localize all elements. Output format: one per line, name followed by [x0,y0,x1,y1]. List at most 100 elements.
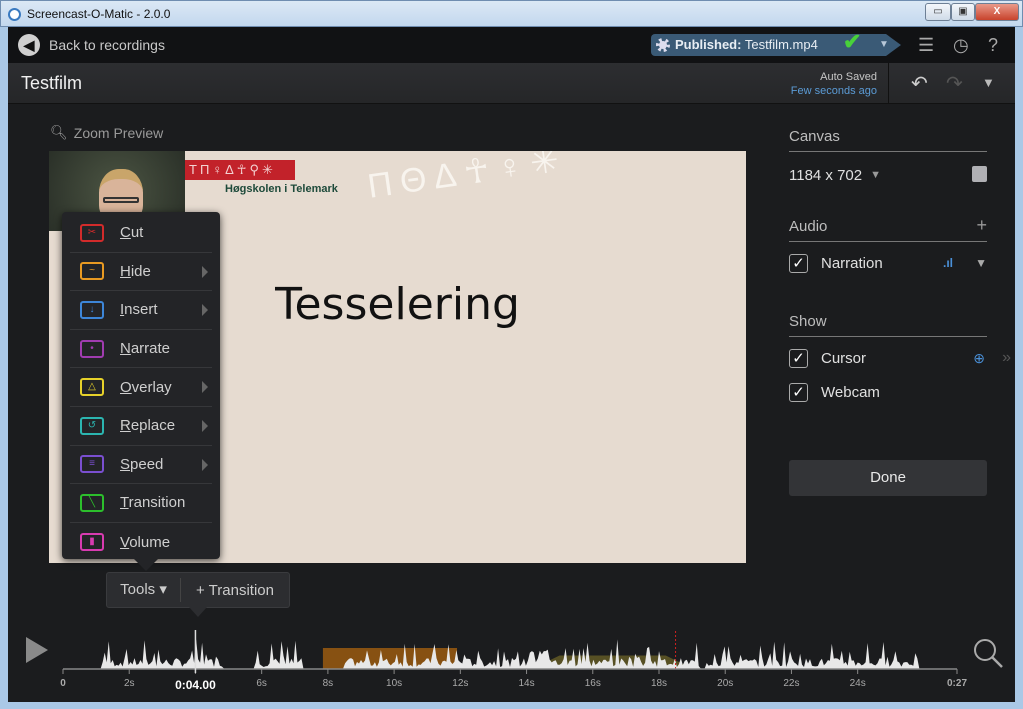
playhead-time: 0:04.00 [175,678,216,692]
audio-heading: Audio + [789,215,987,242]
tick-label: 20s [717,678,733,689]
show-section: Show ✓ Cursor ⊕ » ✓ Webcam [789,313,1011,403]
submenu-arrow-icon [202,381,208,394]
back-label: Back to recordings [49,37,165,53]
submenu-arrow-icon [202,458,208,471]
tools-menu-item-cut[interactable]: ✂ Cut [70,214,212,253]
add-transition-button[interactable]: + Transition [181,582,289,599]
cursor-checkbox[interactable]: ✓ [789,348,808,368]
replace-icon: ↺ [80,416,104,435]
submenu-arrow-icon [202,419,208,432]
app-logo-icon [8,8,21,21]
volume-icon: ▮ [80,533,104,552]
webcam-label: Webcam [821,383,880,401]
add-audio-button[interactable]: + [976,215,987,236]
show-item-webcam: ✓ Webcam [789,381,987,403]
close-button[interactable]: X [975,3,1019,21]
tick-label: 0 [60,678,66,689]
expand-chevrons-icon[interactable]: » [1002,349,1011,367]
volume-level-icon[interactable]: .ıl [943,256,953,270]
tools-menu-item-overlay[interactable]: △ Overlay [70,368,212,407]
canvas-size-dropdown[interactable]: 1184 x 702 [789,167,862,184]
transition-icon: ╲ [80,493,104,512]
zoom-preview-label: Zoom Preview [73,124,164,141]
chevron-down-icon[interactable]: ▼ [975,256,987,270]
tools-button[interactable]: Tools ▾ [107,578,181,602]
tick-label: 8s [323,678,334,689]
recording-title: Testfilm [21,73,83,93]
auto-saved-label: Auto Saved [820,71,877,83]
help-icon[interactable]: ? [988,35,998,56]
tools-menu-item-speed[interactable]: ≡ Speed [70,446,212,485]
window-title: Screencast-O-Matic - 2.0.0 [27,7,171,21]
done-button[interactable]: Done [789,460,987,496]
tools-menu-item-transition[interactable]: ╲ Transition [70,484,212,523]
show-item-cursor: ✓ Cursor ⊕ » [789,347,1011,369]
tick-label: 2s [124,678,135,689]
checkmark-icon: ✔ [843,29,862,54]
window-titlebar: Screencast-O-Matic - 2.0.0 ▭ ▣ X [0,0,1023,27]
menu-item-label: Hide [120,262,151,280]
hide-icon: ~ [80,262,104,281]
tools-menu-item-replace[interactable]: ↺ Replace [70,407,212,446]
history-icon[interactable]: ◷ [953,35,969,56]
tools-menu-item-hide[interactable]: ~ Hide [70,253,212,292]
save-status: Auto Saved Few seconds ago [791,70,877,98]
back-arrow-icon: ◀ [18,34,40,56]
menu-item-label: Cut [120,224,144,242]
audio-section: Audio + ✓ Narration .ıl ▼ [789,215,987,274]
canvas-color-swatch[interactable] [972,166,987,182]
hide-segment [322,648,458,669]
cursor-settings-icon[interactable]: ⊕ [973,350,985,367]
tools-menu-item-volume[interactable]: ▮ Volume [70,523,212,562]
tick-label: 24s [850,678,866,689]
tick-label: 22s [783,678,799,689]
tools-bar: Tools ▾ + Transition [106,572,290,617]
zoom-preview-button[interactable]: 🔍︎ Zoom Preview [50,124,163,141]
editor-window: ◀ Back to recordings Published: Testfilm… [8,27,1015,702]
zoom-timeline-icon-handle [991,656,1003,668]
more-dropdown-icon[interactable]: ▼ [982,75,995,90]
petroglyph-watermark: ΠΘΔ☥♀✳ [365,151,570,206]
back-to-recordings-button[interactable]: ◀ Back to recordings [18,34,165,56]
tick-label: 14s [518,678,534,689]
tick-label: 16s [585,678,601,689]
published-file: Testfilm.mp4 [744,37,818,52]
tasks-icon[interactable]: ☰ [918,35,934,56]
tick-label: 12s [452,678,468,689]
maximize-button[interactable]: ▣ [951,3,975,21]
submenu-arrow-icon [202,265,208,278]
minimize-button[interactable]: ▭ [925,3,951,21]
speed-icon: ≡ [80,455,104,474]
tools-menu-item-narrate[interactable]: • Narrate [70,330,212,369]
cut-icon: ✂ [80,223,104,242]
tick-label: 0:27 [947,678,967,689]
insert-icon: ↓ [80,300,104,319]
logo-banner: ТΠ♀Δ☥⚲✳ [185,160,295,180]
redo-icon[interactable]: ↷ [946,71,963,96]
play-icon[interactable] [26,637,48,663]
narrate-icon: • [80,339,104,358]
menu-item-label: Speed [120,455,164,473]
chevron-down-icon[interactable]: ▼ [870,169,881,181]
canvas-section: Canvas 1184 x 702 ▼ [789,128,987,186]
submenu-arrow-icon [202,304,208,317]
menu-item-label: Narrate [120,340,171,358]
audio-item-narration: ✓ Narration .ıl ▼ [789,252,987,274]
overlay-icon: △ [80,378,104,397]
overlay-segment [532,655,693,670]
undo-icon[interactable]: ↶ [911,71,928,96]
webcam-checkbox[interactable]: ✓ [789,382,808,402]
menu-item-label: Replace [120,417,176,435]
chevron-down-icon: ▼ [879,39,889,50]
published-status-button[interactable]: Published: Testfilm.mp4 ✔ ▼ [651,34,901,56]
tick-label: 18s [651,678,667,689]
published-label: Published: [675,37,742,52]
saved-time: Few seconds ago [790,85,877,97]
narration-checkbox[interactable]: ✓ [789,253,808,273]
canvas-heading: Canvas [789,128,987,152]
zoom-timeline-icon [974,639,996,661]
menu-item-label: Overlay [120,378,172,396]
tools-menu-item-insert[interactable]: ↓ Insert [70,291,212,330]
top-bar: ◀ Back to recordings Published: Testfilm… [8,27,1015,63]
